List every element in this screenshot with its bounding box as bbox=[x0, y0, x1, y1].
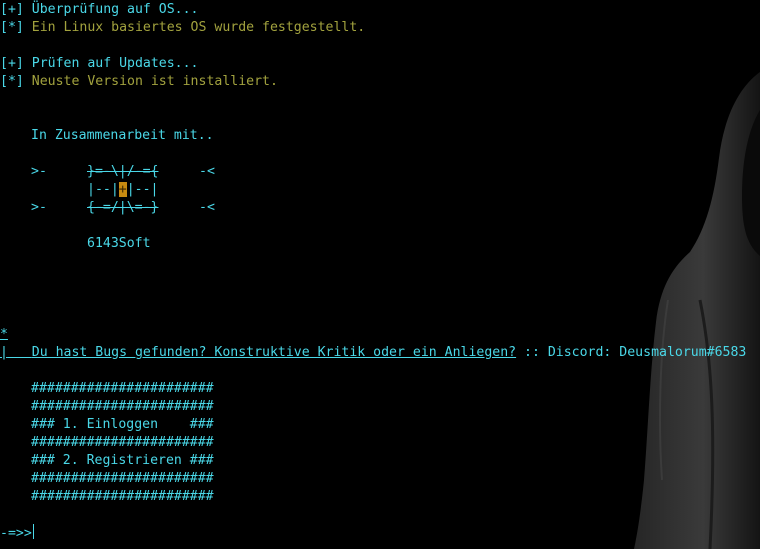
status-marker: [*] bbox=[0, 20, 24, 35]
feedback-line: | Du hast Bugs gefunden? Konstruktive Kr… bbox=[0, 344, 746, 362]
logo-center-mark: + bbox=[118, 182, 127, 197]
discord-contact: :: Discord: Deusmalorum#6583 bbox=[516, 345, 747, 360]
partner-company-name: 6143Soft bbox=[87, 236, 151, 251]
menu-border: ####################### bbox=[31, 471, 214, 486]
logo-ascii-middle-left: |--| bbox=[87, 182, 119, 197]
menu-border: ####################### bbox=[31, 435, 214, 450]
status-line-version-installed: [*] Neuste Version ist installiert. bbox=[0, 73, 278, 91]
status-line-os-detected: [*] Ein Linux basiertes OS wurde festges… bbox=[0, 19, 365, 37]
menu-option-login[interactable]: ### 1. Einloggen ### bbox=[31, 416, 214, 434]
status-marker: [+] bbox=[0, 56, 24, 71]
credits-heading: In Zusammenarbeit mit.. bbox=[31, 128, 214, 143]
status-text: Ein Linux basiertes OS wurde festgestell… bbox=[23, 20, 366, 35]
logo-right-arrow: -< bbox=[199, 164, 215, 179]
status-text: Neuste Version ist installiert. bbox=[23, 74, 278, 89]
terminal-output: [+] Überprüfung auf OS... [*] Ein Linux … bbox=[0, 0, 760, 549]
feedback-link[interactable]: Du hast Bugs gefunden? Konstruktive Krit… bbox=[32, 345, 516, 360]
logo-ascii-bottom: {-=/|\=-} bbox=[87, 200, 159, 215]
logo-right-arrow: -< bbox=[199, 200, 215, 215]
logo-ascii-middle: |--|+|--| bbox=[87, 181, 158, 199]
menu-border: ####################### bbox=[31, 489, 214, 504]
menu-option-register[interactable]: ### 2. Registrieren ### bbox=[31, 452, 214, 470]
prompt-symbol: -=>> bbox=[0, 526, 32, 541]
logo-left-arrow: >- bbox=[31, 200, 47, 215]
text-cursor bbox=[32, 524, 34, 539]
feedback-marker-top: * bbox=[0, 327, 8, 342]
status-text: Überprüfung auf OS... bbox=[23, 2, 199, 17]
status-text: Prüfen auf Updates... bbox=[23, 56, 199, 71]
logo-ascii-top: }=-\|/-={ bbox=[87, 164, 159, 179]
logo-left-arrow: >- bbox=[31, 164, 47, 179]
status-line-os-check: [+] Überprüfung auf OS... bbox=[0, 1, 199, 19]
logo-ascii-middle-right: |--| bbox=[126, 182, 159, 197]
feedback-marker-bottom: | bbox=[0, 345, 8, 360]
menu-border: ####################### bbox=[31, 399, 214, 414]
feedback-link-padding bbox=[8, 345, 32, 360]
menu-border: ####################### bbox=[31, 381, 214, 396]
status-line-update-check: [+] Prüfen auf Updates... bbox=[0, 55, 199, 73]
status-marker: [*] bbox=[0, 74, 24, 89]
input-prompt-line[interactable]: -=>> bbox=[0, 524, 34, 542]
status-marker: [+] bbox=[0, 2, 24, 17]
